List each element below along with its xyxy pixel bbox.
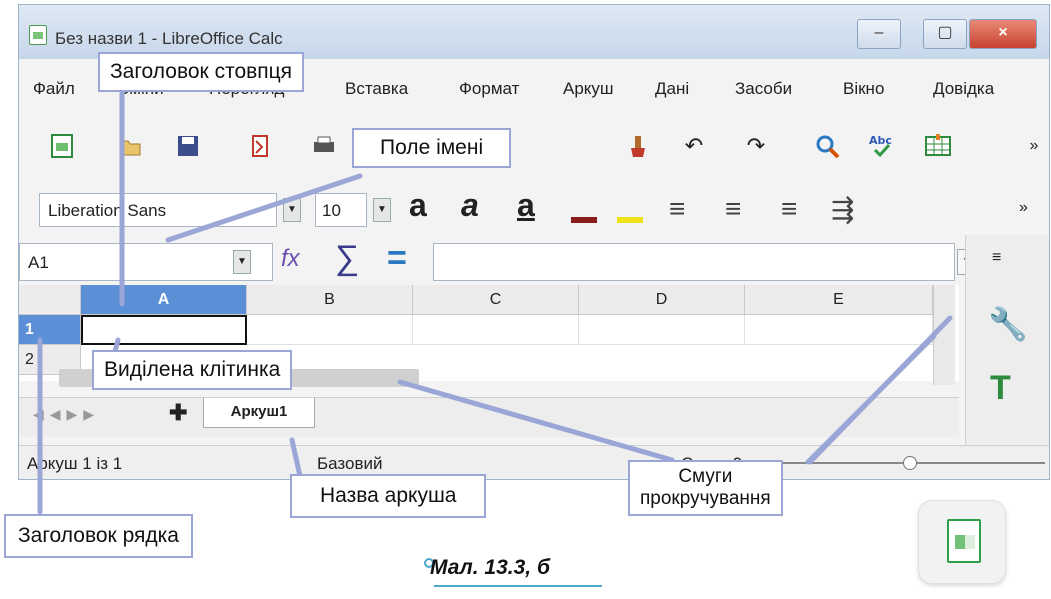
figure-caption: Мал. 13.3, б [430, 556, 550, 579]
scrollbars-callout: Смуги прокручування [628, 460, 783, 516]
figure: Без назви 1 - LibreOffice Calc – ▢ × Фай… [0, 0, 1051, 599]
column-header-callout: Заголовок стовпця [98, 52, 305, 92]
selected-cell-callout: Виділена клітинка [92, 350, 293, 390]
libreoffice-calc-logo-icon [918, 500, 1006, 584]
caption-underline [434, 585, 602, 587]
sheet-name-callout: Назва аркуша [290, 474, 487, 518]
name-box-callout: Поле імені [352, 128, 512, 168]
row-header-callout: Заголовок рядка [4, 514, 193, 558]
